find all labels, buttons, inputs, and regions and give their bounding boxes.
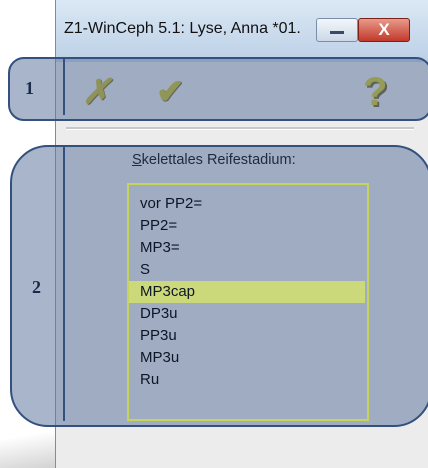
close-button[interactable]: X [358,18,410,42]
divider [66,127,414,130]
callout-number-1: 1 [25,78,34,98]
list-item[interactable]: PP3u [140,325,368,347]
list-item[interactable]: MP3= [140,237,368,259]
callout-region-1 [8,57,428,121]
skeletal-stage-label: Skelettales Reifestadium: [132,152,296,168]
list-item[interactable]: S [140,259,368,281]
list-item[interactable]: DP3u [140,303,368,325]
list-item[interactable]: Ru [140,369,368,391]
title-bar: Z1-WinCeph 5.1: Lyse, Anna *01. X [56,0,428,62]
minimize-button[interactable] [316,18,358,42]
callout-1-separator [63,59,65,115]
label-text: kelettales Reifestadium: [141,152,296,168]
label-accelerator: S [132,152,142,168]
skeletal-stage-listbox[interactable]: vor PP2= PP2= MP3= S MP3cap DP3u PP3u MP… [127,183,369,421]
list-item[interactable]: vor PP2= [140,193,368,215]
callout-number-2: 2 [32,277,41,297]
list-item-selected[interactable]: MP3cap [129,281,365,303]
callout-2-separator [63,147,65,421]
list-item[interactable]: MP3u [140,347,368,369]
window-title: Z1-WinCeph 5.1: Lyse, Anna *01. [64,20,301,37]
list-item[interactable]: PP2= [140,215,368,237]
